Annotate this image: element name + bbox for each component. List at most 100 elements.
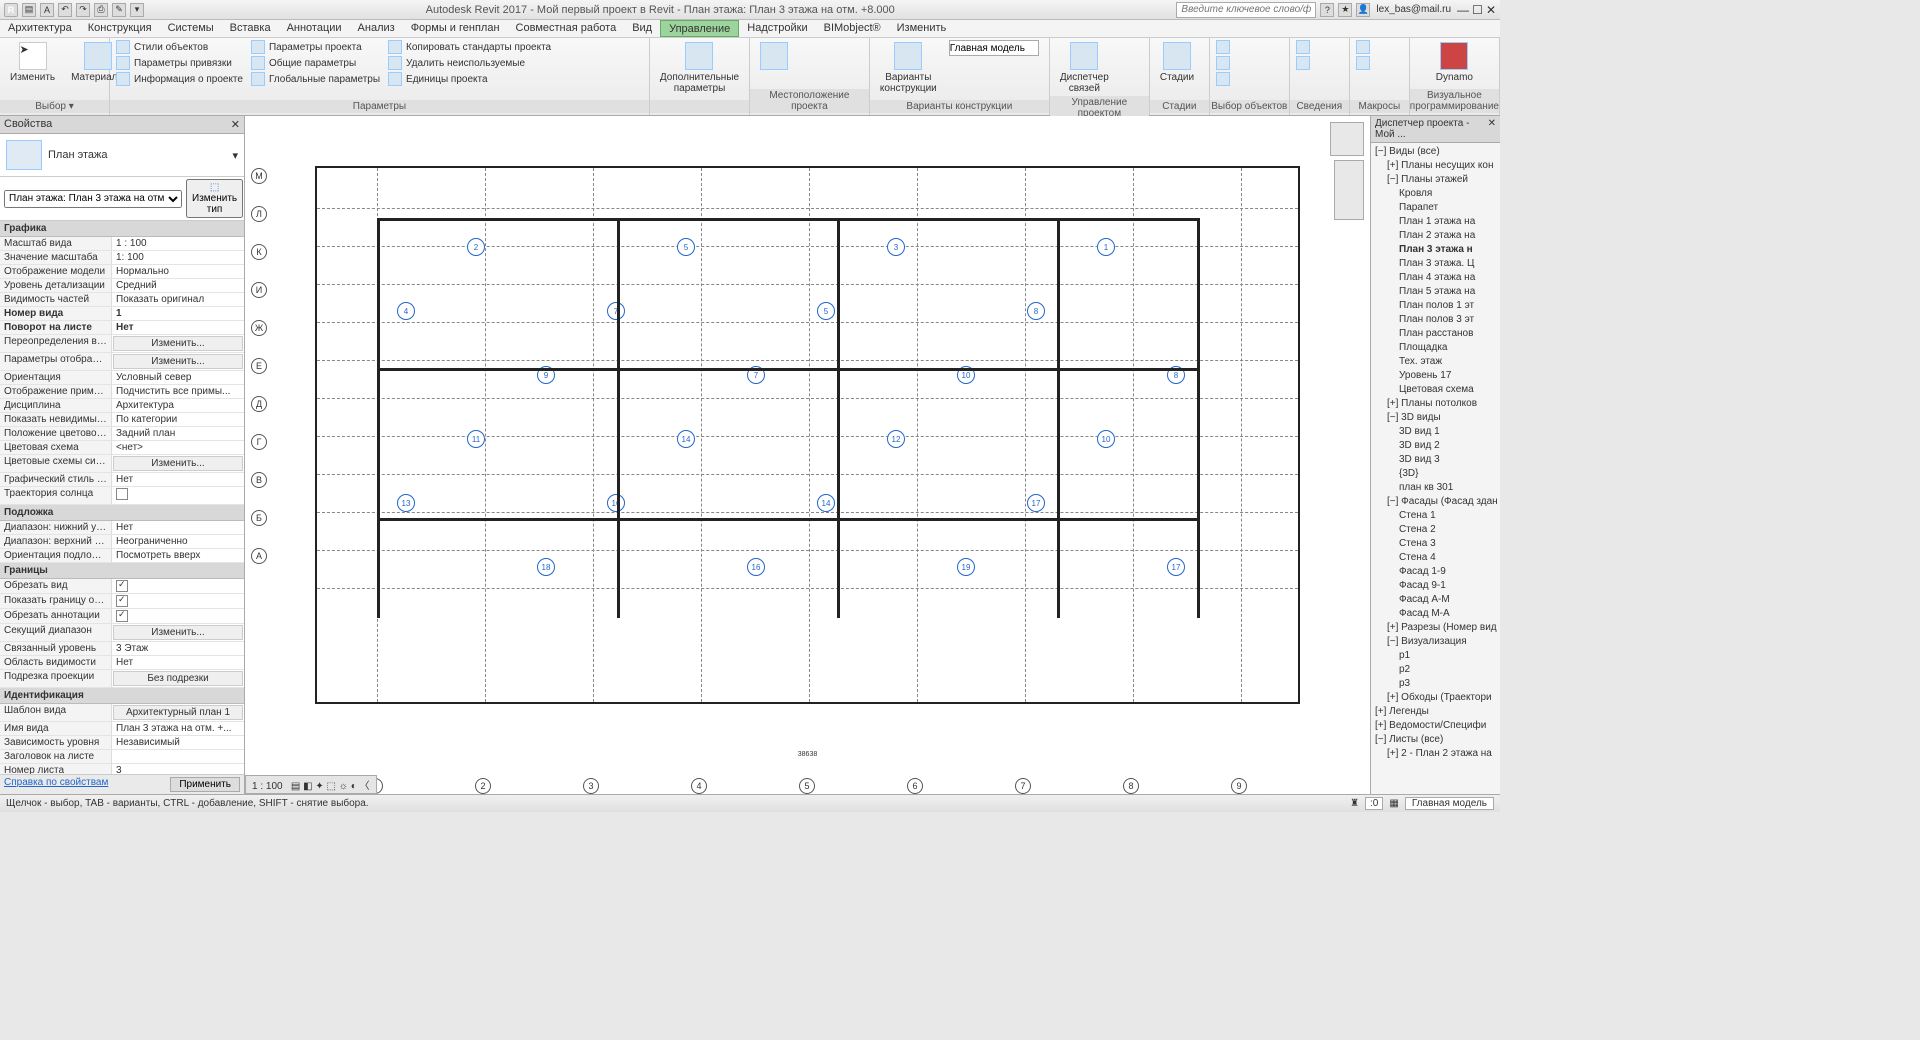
drawing-canvas[interactable]: 2531475897108111412101316141718161917МЛК…: [245, 116, 1370, 794]
tree-node[interactable]: План полов 1 эт: [1373, 299, 1498, 313]
property-row[interactable]: Ориентация подложкиПосмотреть вверх: [0, 549, 244, 563]
property-row[interactable]: Обрезать вид: [0, 579, 244, 594]
property-row[interactable]: Параметры отображе...Изменить...: [0, 353, 244, 371]
tree-node[interactable]: Стена 2: [1373, 523, 1498, 537]
tree-node[interactable]: 3D вид 1: [1373, 425, 1498, 439]
tree-node[interactable]: р1: [1373, 649, 1498, 663]
ribbon-item[interactable]: Копировать стандарты проекта: [388, 40, 551, 54]
ribbon-item[interactable]: Глобальные параметры: [251, 72, 380, 86]
tree-node[interactable]: 3D вид 3: [1373, 453, 1498, 467]
property-row[interactable]: Графический стиль р...Нет: [0, 473, 244, 487]
tree-node[interactable]: Кровля: [1373, 187, 1498, 201]
close-button[interactable]: ✕: [1486, 3, 1496, 17]
properties-help-link[interactable]: Справка по свойствам: [4, 777, 108, 792]
room-tag[interactable]: 18: [537, 558, 555, 576]
search-input[interactable]: [1176, 2, 1316, 18]
select-icon[interactable]: [1216, 40, 1230, 54]
property-row[interactable]: Диапазон: нижний ур...Нет: [0, 521, 244, 535]
property-row[interactable]: Масштаб вида1 : 100: [0, 237, 244, 251]
property-row[interactable]: Связанный уровень3 Этаж: [0, 642, 244, 656]
star-icon[interactable]: ★: [1338, 3, 1352, 17]
ribbon-item[interactable]: Единицы проекта: [388, 72, 551, 86]
tree-node[interactable]: {3D}: [1373, 467, 1498, 481]
edit-type-button[interactable]: ⬚ Изменить тип: [186, 179, 243, 218]
room-tag[interactable]: 8: [1027, 302, 1045, 320]
property-row[interactable]: Переопределения вид...Изменить...: [0, 335, 244, 353]
properties-grid[interactable]: Графика Масштаб вида1 : 100Значение масш…: [0, 221, 244, 774]
tree-node[interactable]: р2: [1373, 663, 1498, 677]
room-tag[interactable]: 2: [467, 238, 485, 256]
qat-sync-icon[interactable]: ✎: [112, 3, 126, 17]
tree-node[interactable]: [+] Планы несущих кон: [1373, 159, 1498, 173]
model-select[interactable]: Главная модель: [1405, 797, 1494, 810]
tab-2[interactable]: Системы: [160, 20, 222, 37]
qat-redo-icon[interactable]: ↷: [76, 3, 90, 17]
property-row[interactable]: Видимость частейПоказать оригинал: [0, 293, 244, 307]
room-tag[interactable]: 16: [607, 494, 625, 512]
browser-tree[interactable]: [−] Виды (все)[+] Планы несущих кон[−] П…: [1371, 143, 1500, 763]
tree-node[interactable]: Фасад А-М: [1373, 593, 1498, 607]
filter-count[interactable]: :0: [1365, 797, 1383, 810]
tree-node[interactable]: План 3 этажа н: [1373, 243, 1498, 257]
room-tag[interactable]: 7: [607, 302, 625, 320]
view-scale-control[interactable]: 1 : 100 ▤ ◧ ✦ ⬚ ☼ ◐ 〈: [245, 775, 377, 794]
property-row[interactable]: Отображение примы...Подчистить все примы…: [0, 385, 244, 399]
tree-node[interactable]: Фасад М-А: [1373, 607, 1498, 621]
qat-more-icon[interactable]: ▾: [130, 3, 144, 17]
property-row[interactable]: Поворот на листеНет: [0, 321, 244, 335]
app-logo[interactable]: R: [4, 3, 18, 17]
tab-11[interactable]: BIMobject®: [816, 20, 889, 37]
tree-node[interactable]: р3: [1373, 677, 1498, 691]
ribbon-item[interactable]: Параметры привязки: [116, 56, 243, 70]
room-tag[interactable]: 12: [887, 430, 905, 448]
design-options-button[interactable]: Варианты конструкции: [876, 40, 941, 96]
property-row[interactable]: Отображение моделиНормально: [0, 265, 244, 279]
property-row[interactable]: Номер вида1: [0, 307, 244, 321]
qat-open-icon[interactable]: ▤: [22, 3, 36, 17]
tree-node[interactable]: Тех. этаж: [1373, 355, 1498, 369]
tab-12[interactable]: Изменить: [889, 20, 955, 37]
room-tag[interactable]: 14: [817, 494, 835, 512]
room-tag[interactable]: 16: [747, 558, 765, 576]
tab-10[interactable]: Надстройки: [739, 20, 815, 37]
tree-node[interactable]: [+] Обходы (Траектори: [1373, 691, 1498, 705]
tree-node[interactable]: Площадка: [1373, 341, 1498, 355]
tree-node[interactable]: план кв 301: [1373, 481, 1498, 495]
tree-node[interactable]: [−] Фасады (Фасад здан: [1373, 495, 1498, 509]
qat-print-icon[interactable]: ⎙: [94, 3, 108, 17]
extra-params-button[interactable]: Дополнительные параметры: [656, 40, 743, 96]
property-row[interactable]: Траектория солнца: [0, 487, 244, 505]
property-row[interactable]: Заголовок на листе: [0, 750, 244, 764]
room-tag[interactable]: 14: [677, 430, 695, 448]
property-row[interactable]: ОриентацияУсловный север: [0, 371, 244, 385]
property-row[interactable]: Имя видаПлан 3 этажа на отм. +...: [0, 722, 244, 736]
property-row[interactable]: Зависимость уровняНезависимый: [0, 736, 244, 750]
tree-node[interactable]: Цветовая схема: [1373, 383, 1498, 397]
property-row[interactable]: Показать невидимые ...По категории: [0, 413, 244, 427]
room-tag[interactable]: 11: [467, 430, 485, 448]
tab-6[interactable]: Формы и генплан: [403, 20, 508, 37]
tree-node[interactable]: 3D вид 2: [1373, 439, 1498, 453]
tree-node[interactable]: Стена 3: [1373, 537, 1498, 551]
property-row[interactable]: Показать границу обр...: [0, 594, 244, 609]
apply-button[interactable]: Применить: [170, 777, 240, 792]
tree-node[interactable]: План 2 этажа на: [1373, 229, 1498, 243]
property-row[interactable]: Цветовая схема<нет>: [0, 441, 244, 455]
tab-1[interactable]: Конструкция: [80, 20, 160, 37]
select-icon[interactable]: [1216, 56, 1230, 70]
worksets-icon[interactable]: ▦: [1389, 798, 1398, 809]
user-label[interactable]: lex_bas@mail.ru: [1376, 4, 1451, 15]
modify-button[interactable]: ➤Изменить: [6, 40, 59, 85]
room-tag[interactable]: 19: [957, 558, 975, 576]
property-row[interactable]: Цветовые схемы сист...Изменить...: [0, 455, 244, 473]
nav-wheel[interactable]: [1334, 160, 1364, 220]
tree-node[interactable]: Фасад 1-9: [1373, 565, 1498, 579]
room-tag[interactable]: 5: [817, 302, 835, 320]
tab-5[interactable]: Анализ: [350, 20, 403, 37]
tree-node[interactable]: [+] Планы потолков: [1373, 397, 1498, 411]
room-tag[interactable]: 3: [887, 238, 905, 256]
tree-node[interactable]: План расстанов: [1373, 327, 1498, 341]
property-row[interactable]: Секущий диапазонИзменить...: [0, 624, 244, 642]
ribbon-item[interactable]: Параметры проекта: [251, 40, 380, 54]
phases-button[interactable]: Стадии: [1156, 40, 1198, 85]
